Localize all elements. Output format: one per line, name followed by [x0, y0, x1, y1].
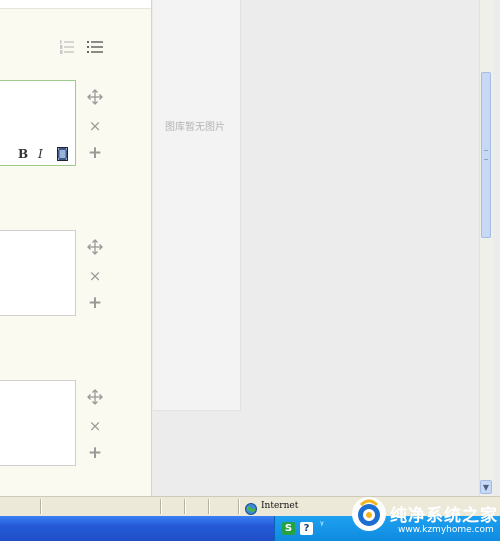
globe-icon: [245, 500, 257, 515]
watermark-url: www.kzmyhome.com: [398, 525, 494, 535]
move-icon[interactable]: [87, 239, 103, 255]
watermark-logo: [352, 497, 386, 531]
gallery-panel: [153, 0, 241, 411]
security-zone-label: Internet: [261, 501, 299, 511]
italic-button[interactable]: I: [38, 147, 43, 161]
ordered-list-icon[interactable]: [59, 39, 75, 55]
status-separator: [184, 499, 186, 514]
move-icon[interactable]: [87, 389, 103, 405]
bold-button[interactable]: B: [18, 147, 28, 161]
gallery-empty-message: 图库暂无图片: [165, 122, 225, 133]
add-block-button[interactable]: +: [87, 445, 103, 462]
help-icon[interactable]: ?: [300, 522, 313, 535]
move-icon[interactable]: [87, 89, 103, 105]
status-separator: [160, 499, 162, 514]
scroll-down-button[interactable]: ▼: [480, 480, 492, 494]
unordered-list-icon[interactable]: [86, 39, 104, 55]
delete-block-button[interactable]: ×: [87, 118, 103, 134]
status-separator: [40, 499, 42, 514]
status-separator: [208, 499, 210, 514]
delete-block-button[interactable]: ×: [87, 418, 103, 434]
tray-icon[interactable]: ᵞ: [320, 520, 324, 531]
panel-divider: [151, 0, 152, 496]
add-block-button[interactable]: +: [87, 295, 103, 312]
text-block-editor[interactable]: [0, 380, 76, 466]
add-block-button[interactable]: +: [87, 145, 103, 162]
editor-top-strip: [0, 0, 151, 9]
text-block-editor[interactable]: [0, 230, 76, 316]
scrollbar-grip-icon: [484, 150, 488, 160]
delete-block-button[interactable]: ×: [87, 268, 103, 284]
ime-icon[interactable]: S: [282, 522, 295, 535]
status-separator: [238, 499, 240, 514]
watermark-text: 纯净系统之家: [390, 506, 498, 526]
video-icon[interactable]: [57, 146, 68, 161]
